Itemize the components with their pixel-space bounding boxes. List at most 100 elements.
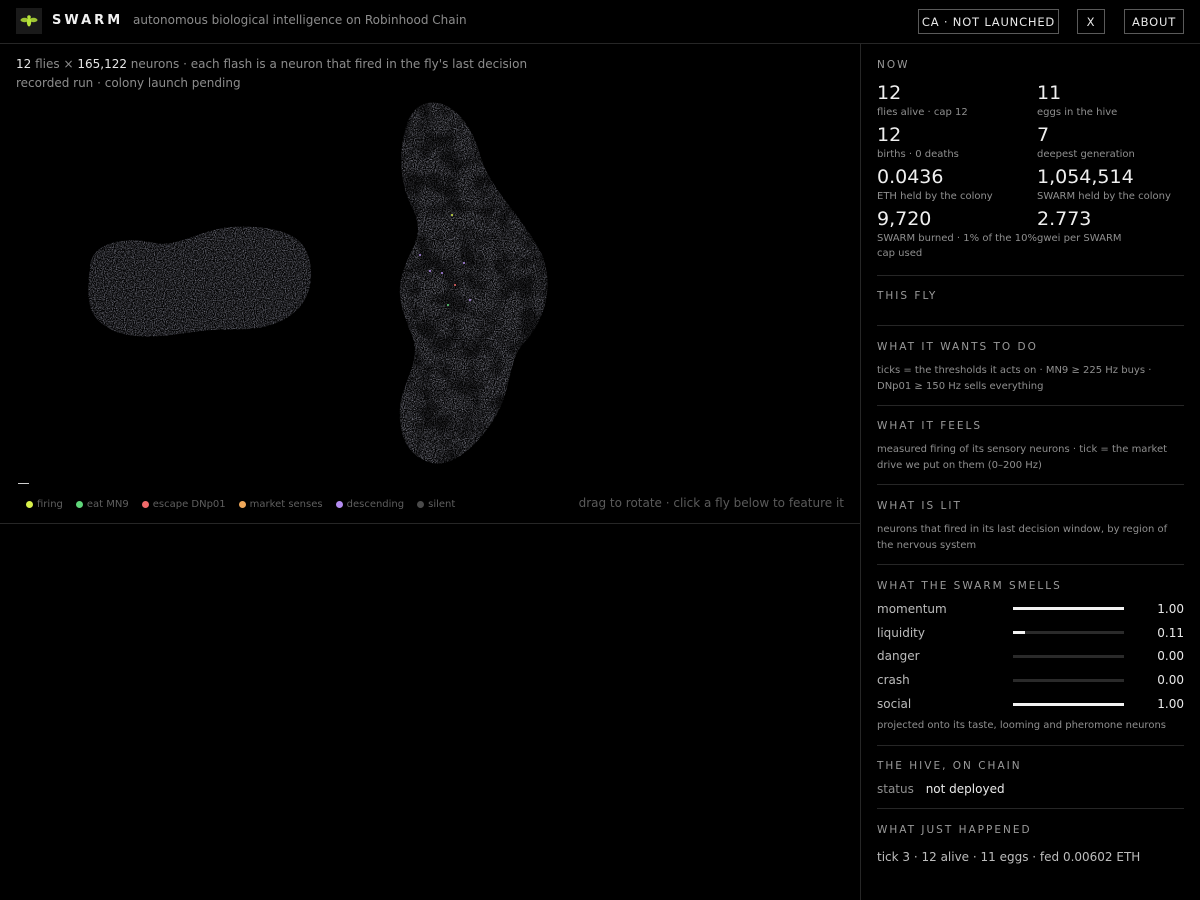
stat-label: ETH held by the colony <box>877 191 993 202</box>
stat-item: 12 flies alive · cap 12 <box>877 82 1037 120</box>
stat-label: SWARM burned · 1% of the 10% cap used <box>877 233 1037 259</box>
legend-label: market senses <box>249 499 323 510</box>
contract-address-button[interactable]: CA · NOT LAUNCHED <box>918 9 1059 34</box>
stat-label: deepest generation <box>1037 149 1135 160</box>
feels-description: measured firing of its sensory neurons ·… <box>877 444 1168 471</box>
legend-item: silent <box>417 499 455 510</box>
flies-label: flies × <box>35 57 74 71</box>
viewer-summary: 12 flies × 165,122 neurons · each flash … <box>16 57 527 71</box>
smells-list: momentum 1.00 liquidity 0.11 danger 0.00 crash… <box>877 597 1184 716</box>
hive-status-value: not deployed <box>925 781 1005 796</box>
nerve-cord-shape <box>88 226 312 337</box>
stat-item: 7 deepest generation <box>1037 124 1184 162</box>
stat-label: SWARM held by the colony <box>1037 191 1171 202</box>
stat-label: eggs in the hive <box>1037 107 1118 118</box>
legend-dot-icon <box>141 501 149 508</box>
legend-label: silent <box>428 499 456 510</box>
smell-bar <box>1013 607 1124 611</box>
stat-item: 12 births · 0 deaths <box>877 124 1037 162</box>
stat-value: 12 <box>877 82 902 104</box>
legend-label: firing <box>37 499 63 510</box>
tagline: autonomous biological intelligence on Ro… <box>133 13 467 27</box>
stat-item: 11 eggs in the hive <box>1037 82 1184 120</box>
legend-item: descending <box>335 499 405 510</box>
smell-bar <box>1013 702 1124 706</box>
legend-dot-icon <box>26 501 33 508</box>
x-social-button[interactable]: X <box>1077 9 1105 34</box>
brand-name: SWARM <box>52 13 124 28</box>
smell-value: 0.00 <box>1157 673 1184 688</box>
lit-title: WHAT IS LIT <box>877 500 962 512</box>
legend-item: escape DNp01 <box>141 499 226 510</box>
hive-status-row: status not deployed <box>877 782 1184 796</box>
legend-dot-icon <box>75 501 83 508</box>
smell-bar-fill <box>1013 702 1124 706</box>
stat-item: 1,054,514 SWARM held by the colony <box>1037 166 1184 204</box>
stat-value: 1,054,514 <box>1037 166 1134 188</box>
scale-bar <box>18 483 29 484</box>
smell-bar <box>1013 654 1124 658</box>
smell-name: danger <box>877 649 920 664</box>
smell-value: 1.00 <box>1157 697 1184 712</box>
flies-count: 12 <box>16 57 32 71</box>
side-panel: NOW 12 flies alive · cap 12 11 eggs in the … <box>877 44 1184 864</box>
run-status: recorded run · colony launch pending <box>16 76 241 90</box>
stat-value: 2.773 <box>1037 208 1092 230</box>
smell-name: momentum <box>877 601 947 616</box>
lit-description: neurons that fired in its last decision … <box>877 524 1168 551</box>
stat-label: births · 0 deaths <box>877 149 959 160</box>
stat-item: 9,720 SWARM burned · 1% of the 10% cap us… <box>877 208 1037 261</box>
about-button[interactable]: ABOUT <box>1124 9 1184 34</box>
hive-title: THE HIVE, ON CHAIN <box>877 759 1022 772</box>
neurons-label: neurons · each flash is a neuron that fi… <box>130 57 528 71</box>
wants-title: WHAT IT WANTS TO DO <box>877 341 1038 353</box>
smell-value: 1.00 <box>1157 601 1184 616</box>
legend-item: market senses <box>238 499 323 510</box>
smell-row: momentum 1.00 <box>877 597 1184 621</box>
feels-title: WHAT IT FEELS <box>877 420 983 432</box>
stat-value: 9,720 <box>877 208 932 230</box>
legend-dot-icon <box>335 501 343 508</box>
event-line: tick 3 · 12 alive · 11 eggs · fed 0.0060… <box>877 849 1141 864</box>
stat-value: 11 <box>1037 82 1062 104</box>
smell-name: crash <box>877 673 910 688</box>
smells-description: projected onto its taste, looming and ph… <box>877 719 1166 731</box>
legend-item: firing <box>26 499 63 510</box>
legend-dot-icon <box>238 501 246 508</box>
stat-item: 0.0436 ETH held by the colony <box>877 166 1037 204</box>
stats-grid: 12 flies alive · cap 12 11 eggs in the hive… <box>877 82 1184 261</box>
smell-bar <box>1013 678 1124 682</box>
smell-bar <box>1013 631 1124 635</box>
brain-texture <box>399 102 548 464</box>
happened-title: WHAT JUST HAPPENED <box>877 823 1032 836</box>
smell-bar-fill <box>1013 607 1124 611</box>
legend-label: descending <box>346 499 405 510</box>
legend-label: eat MN9 <box>86 499 129 510</box>
legend: firing eat MN9 escape DNp01 market senses de… <box>26 499 468 510</box>
smells-title: WHAT THE SWARM SMELLS <box>877 580 1062 592</box>
wants-description: ticks = the thresholds it acts on · MN9 … <box>877 365 1152 392</box>
smell-row: danger 0.00 <box>877 645 1184 669</box>
connectome-render[interactable] <box>60 95 560 475</box>
stat-value: 7 <box>1037 124 1050 146</box>
vertical-divider <box>860 44 861 900</box>
smell-row: crash 0.00 <box>877 668 1184 692</box>
this-fly-title: THIS FLY <box>877 290 938 302</box>
smell-name: liquidity <box>877 625 925 640</box>
legend-label: escape DNp01 <box>152 499 226 510</box>
smell-row: social 1.00 <box>877 692 1184 716</box>
smell-bar-fill <box>1013 631 1026 635</box>
viewer-hint: drag to rotate · click a fly below to fe… <box>578 496 844 510</box>
smell-name: social <box>877 697 912 712</box>
smell-row: liquidity 0.11 <box>877 621 1184 645</box>
legend-dot-icon <box>417 501 425 508</box>
neurons-count: 165,122 <box>77 57 127 71</box>
stat-label: gwei per SWARM <box>1037 233 1122 244</box>
stat-value: 12 <box>877 124 902 146</box>
now-title: NOW <box>877 59 910 71</box>
smell-value: 0.00 <box>1157 649 1184 664</box>
fly-logo-icon[interactable] <box>16 8 42 34</box>
stat-item: 2.773 gwei per SWARM <box>1037 208 1184 261</box>
stat-label: flies alive · cap 12 <box>877 107 968 118</box>
smell-value: 0.11 <box>1157 625 1184 640</box>
